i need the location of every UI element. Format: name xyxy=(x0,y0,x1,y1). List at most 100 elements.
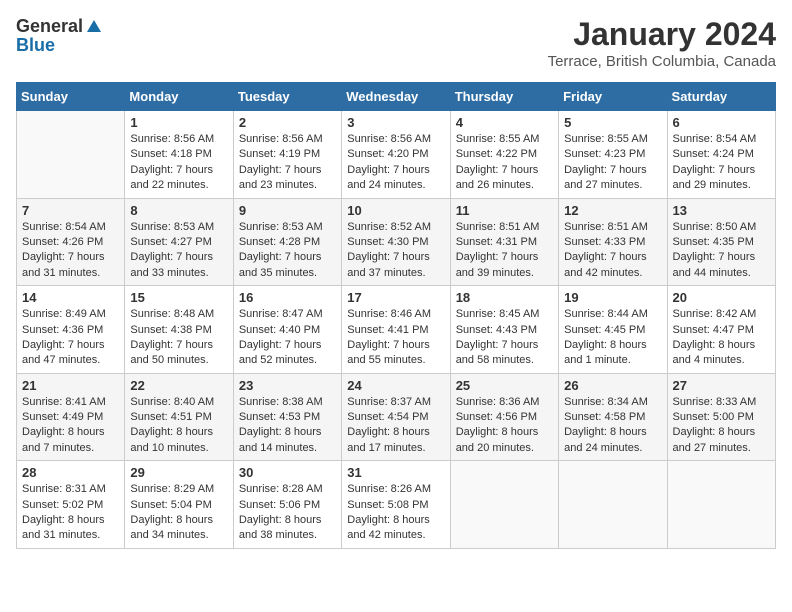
calendar-cell: 2 Sunrise: 8:56 AMSunset: 4:19 PMDaylight… xyxy=(233,111,341,199)
calendar-cell: 26Sunrise: 8:34 AMSunset: 4:58 PMDayligh… xyxy=(559,373,667,461)
day-number: 2 xyxy=(239,115,336,130)
day-number: 8 xyxy=(130,203,227,218)
day-number: 25 xyxy=(456,378,553,393)
calendar-cell: 5 Sunrise: 8:55 AMSunset: 4:23 PMDaylight… xyxy=(559,111,667,199)
day-detail: Sunrise: 8:55 AMSunset: 4:22 PMDaylight:… xyxy=(456,132,553,194)
calendar-cell: 14 Sunrise: 8:49 AMSunset: 4:36 PMDayligh… xyxy=(17,286,125,374)
calendar-cell: 19 Sunrise: 8:44 AMSunset: 4:45 PMDayligh… xyxy=(559,286,667,374)
day-detail: Sunrise: 8:56 AMSunset: 4:19 PMDaylight:… xyxy=(239,132,336,194)
day-number: 16 xyxy=(239,290,336,305)
calendar-cell: 25 Sunrise: 8:36 AMSunset: 4:56 PMDayligh… xyxy=(450,373,558,461)
calendar-week-row: 14 Sunrise: 8:49 AMSunset: 4:36 PMDayligh… xyxy=(17,286,776,374)
logo-icon xyxy=(85,18,103,36)
calendar-header-row: SundayMondayTuesdayWednesdayThursdayFrid… xyxy=(17,83,776,111)
day-number: 7 xyxy=(22,203,119,218)
day-detail: Sunrise: 8:42 AMSunset: 4:47 PMDaylight:… xyxy=(673,307,770,369)
calendar-week-row: 1 Sunrise: 8:56 AMSunset: 4:18 PMDaylight… xyxy=(17,111,776,199)
day-number: 23 xyxy=(239,378,336,393)
day-number: 20 xyxy=(673,290,770,305)
calendar-cell: 20 Sunrise: 8:42 AMSunset: 4:47 PMDayligh… xyxy=(667,286,775,374)
day-detail: Sunrise: 8:54 AMSunset: 4:26 PMDaylight:… xyxy=(22,220,119,282)
calendar-week-row: 7 Sunrise: 8:54 AMSunset: 4:26 PMDaylight… xyxy=(17,198,776,286)
day-detail: Sunrise: 8:36 AMSunset: 4:56 PMDaylight:… xyxy=(456,395,553,457)
day-detail: Sunrise: 8:40 AMSunset: 4:51 PMDaylight:… xyxy=(130,395,227,457)
day-detail: Sunrise: 8:53 AMSunset: 4:28 PMDaylight:… xyxy=(239,220,336,282)
day-number: 11 xyxy=(456,203,553,218)
calendar-cell: 4 Sunrise: 8:55 AMSunset: 4:22 PMDaylight… xyxy=(450,111,558,199)
day-number: 22 xyxy=(130,378,227,393)
calendar-cell xyxy=(450,461,558,549)
day-number: 10 xyxy=(347,203,444,218)
header-day-friday: Friday xyxy=(559,83,667,111)
day-detail: Sunrise: 8:46 AMSunset: 4:41 PMDaylight:… xyxy=(347,307,444,369)
header-day-sunday: Sunday xyxy=(17,83,125,111)
day-detail: Sunrise: 8:48 AMSunset: 4:38 PMDaylight:… xyxy=(130,307,227,369)
calendar-cell: 21Sunrise: 8:41 AMSunset: 4:49 PMDayligh… xyxy=(17,373,125,461)
calendar-cell: 18Sunrise: 8:45 AMSunset: 4:43 PMDayligh… xyxy=(450,286,558,374)
day-detail: Sunrise: 8:51 AMSunset: 4:33 PMDaylight:… xyxy=(564,220,661,282)
day-detail: Sunrise: 8:56 AMSunset: 4:18 PMDaylight:… xyxy=(130,132,227,194)
day-number: 19 xyxy=(564,290,661,305)
day-number: 13 xyxy=(673,203,770,218)
day-number: 14 xyxy=(22,290,119,305)
header-day-wednesday: Wednesday xyxy=(342,83,450,111)
calendar-cell: 15 Sunrise: 8:48 AMSunset: 4:38 PMDayligh… xyxy=(125,286,233,374)
title-area: January 2024 Terrace, British Columbia, … xyxy=(548,16,776,70)
day-detail: Sunrise: 8:53 AMSunset: 4:27 PMDaylight:… xyxy=(130,220,227,282)
location-title: Terrace, British Columbia, Canada xyxy=(548,53,776,70)
logo: General Blue xyxy=(16,16,103,56)
calendar-cell: 22 Sunrise: 8:40 AMSunset: 4:51 PMDayligh… xyxy=(125,373,233,461)
day-detail: Sunrise: 8:41 AMSunset: 4:49 PMDaylight:… xyxy=(22,395,119,457)
calendar-cell: 31 Sunrise: 8:26 AMSunset: 5:08 PMDayligh… xyxy=(342,461,450,549)
day-detail: Sunrise: 8:31 AMSunset: 5:02 PMDaylight:… xyxy=(22,482,119,544)
day-detail: Sunrise: 8:28 AMSunset: 5:06 PMDaylight:… xyxy=(239,482,336,544)
day-detail: Sunrise: 8:55 AMSunset: 4:23 PMDaylight:… xyxy=(564,132,661,194)
day-number: 31 xyxy=(347,465,444,480)
day-number: 27 xyxy=(673,378,770,393)
day-number: 4 xyxy=(456,115,553,130)
header-day-monday: Monday xyxy=(125,83,233,111)
calendar-cell: 6 Sunrise: 8:54 AMSunset: 4:24 PMDaylight… xyxy=(667,111,775,199)
day-detail: Sunrise: 8:38 AMSunset: 4:53 PMDaylight:… xyxy=(239,395,336,457)
day-detail: Sunrise: 8:49 AMSunset: 4:36 PMDaylight:… xyxy=(22,307,119,369)
day-number: 1 xyxy=(130,115,227,130)
calendar-cell: 13 Sunrise: 8:50 AMSunset: 4:35 PMDayligh… xyxy=(667,198,775,286)
day-detail: Sunrise: 8:50 AMSunset: 4:35 PMDaylight:… xyxy=(673,220,770,282)
day-number: 6 xyxy=(673,115,770,130)
day-number: 29 xyxy=(130,465,227,480)
calendar-cell: 30 Sunrise: 8:28 AMSunset: 5:06 PMDayligh… xyxy=(233,461,341,549)
day-detail: Sunrise: 8:29 AMSunset: 5:04 PMDaylight:… xyxy=(130,482,227,544)
calendar-cell: 12Sunrise: 8:51 AMSunset: 4:33 PMDayligh… xyxy=(559,198,667,286)
calendar-cell: 3 Sunrise: 8:56 AMSunset: 4:20 PMDaylight… xyxy=(342,111,450,199)
calendar-cell: 1 Sunrise: 8:56 AMSunset: 4:18 PMDaylight… xyxy=(125,111,233,199)
day-number: 5 xyxy=(564,115,661,130)
calendar-table: SundayMondayTuesdayWednesdayThursdayFrid… xyxy=(16,82,776,549)
day-number: 17 xyxy=(347,290,444,305)
day-number: 3 xyxy=(347,115,444,130)
calendar-cell: 11 Sunrise: 8:51 AMSunset: 4:31 PMDayligh… xyxy=(450,198,558,286)
day-number: 24 xyxy=(347,378,444,393)
calendar-cell: 10 Sunrise: 8:52 AMSunset: 4:30 PMDayligh… xyxy=(342,198,450,286)
day-detail: Sunrise: 8:51 AMSunset: 4:31 PMDaylight:… xyxy=(456,220,553,282)
header-day-saturday: Saturday xyxy=(667,83,775,111)
calendar-cell xyxy=(17,111,125,199)
day-detail: Sunrise: 8:44 AMSunset: 4:45 PMDaylight:… xyxy=(564,307,661,369)
calendar-cell: 27Sunrise: 8:33 AMSunset: 5:00 PMDayligh… xyxy=(667,373,775,461)
day-number: 28 xyxy=(22,465,119,480)
day-detail: Sunrise: 8:26 AMSunset: 5:08 PMDaylight:… xyxy=(347,482,444,544)
day-detail: Sunrise: 8:52 AMSunset: 4:30 PMDaylight:… xyxy=(347,220,444,282)
calendar-cell: 28 Sunrise: 8:31 AMSunset: 5:02 PMDayligh… xyxy=(17,461,125,549)
calendar-week-row: 28 Sunrise: 8:31 AMSunset: 5:02 PMDayligh… xyxy=(17,461,776,549)
header-day-tuesday: Tuesday xyxy=(233,83,341,111)
day-number: 30 xyxy=(239,465,336,480)
day-detail: Sunrise: 8:56 AMSunset: 4:20 PMDaylight:… xyxy=(347,132,444,194)
logo-blue: Blue xyxy=(16,35,55,56)
calendar-cell xyxy=(667,461,775,549)
day-detail: Sunrise: 8:37 AMSunset: 4:54 PMDaylight:… xyxy=(347,395,444,457)
day-detail: Sunrise: 8:54 AMSunset: 4:24 PMDaylight:… xyxy=(673,132,770,194)
calendar-week-row: 21Sunrise: 8:41 AMSunset: 4:49 PMDayligh… xyxy=(17,373,776,461)
day-number: 9 xyxy=(239,203,336,218)
calendar-cell: 16Sunrise: 8:47 AMSunset: 4:40 PMDayligh… xyxy=(233,286,341,374)
calendar-cell: 7 Sunrise: 8:54 AMSunset: 4:26 PMDaylight… xyxy=(17,198,125,286)
day-number: 15 xyxy=(130,290,227,305)
